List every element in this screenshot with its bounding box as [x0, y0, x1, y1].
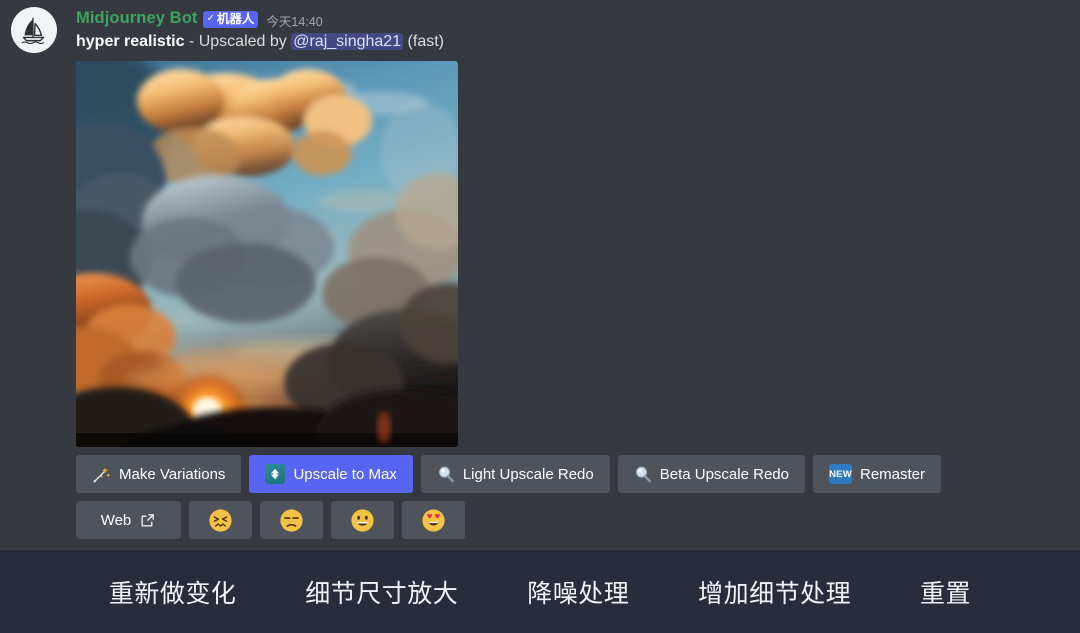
beta-upscale-redo-label: Beta Upscale Redo: [659, 465, 789, 483]
discord-message: Midjourney Bot ✓ 机器人 今天14:40 hyper realis…: [0, 0, 1080, 539]
action-row-2: Web: [76, 501, 1068, 539]
action-row-1: Make Variations Upscale to Max Light Ups…: [76, 455, 1068, 493]
remaster-button[interactable]: NEW Remaster: [812, 455, 942, 493]
external-link-icon: [139, 512, 156, 529]
message-content: hyper realistic - Upscaled by @raj_singh…: [76, 31, 1068, 53]
avatar[interactable]: [11, 7, 57, 53]
bottom-toolbar: 重新做变化 细节尺寸放大 降噪处理 增加细节处理 重置: [0, 549, 1080, 633]
reaction-confounded-button[interactable]: [189, 501, 252, 539]
light-upscale-redo-label: Light Upscale Redo: [462, 465, 594, 483]
text-separator: -: [184, 33, 199, 50]
grinning-face-emoji-icon: [350, 508, 375, 533]
magic-wand-sparkles-icon: [92, 465, 111, 484]
user-mention[interactable]: @raj_singha21: [291, 33, 404, 50]
magnifying-glass-icon: [437, 465, 455, 483]
message-author[interactable]: Midjourney Bot: [76, 7, 197, 29]
confounded-face-emoji-icon: [208, 508, 233, 533]
bottom-item-remake-variations[interactable]: 重新做变化: [109, 574, 237, 610]
bot-tag-label: 机器人: [216, 11, 255, 26]
bottom-item-add-detail[interactable]: 增加细节处理: [698, 574, 851, 610]
verified-check-icon: ✓: [206, 13, 215, 24]
prompt-text: hyper realistic: [76, 33, 185, 50]
new-badge-icon: NEW: [828, 464, 852, 484]
magnifying-glass-icon: [634, 465, 652, 483]
web-label: Web: [100, 511, 132, 529]
beta-upscale-redo-button[interactable]: Beta Upscale Redo: [617, 455, 805, 493]
reaction-grinning-button[interactable]: [331, 501, 394, 539]
bottom-item-denoise[interactable]: 降噪处理: [527, 574, 629, 610]
reaction-smiling-hearts-button[interactable]: [402, 501, 465, 539]
unamused-face-emoji-icon: [279, 508, 304, 533]
bot-tag-badge: ✓ 机器人: [203, 10, 259, 28]
bottom-item-reset[interactable]: 重置: [920, 574, 971, 610]
smiling-face-with-hearts-emoji-icon: [421, 508, 446, 533]
upscale-to-max-label: Upscale to Max: [293, 465, 397, 483]
bottom-item-detail-upscale[interactable]: 细节尺寸放大: [305, 574, 458, 610]
message-header: Midjourney Bot ✓ 机器人 今天14:40: [76, 6, 1068, 30]
midjourney-sailboat-logo-icon: [17, 13, 51, 47]
cloudscape-artwork: [76, 61, 458, 447]
web-button[interactable]: Web: [76, 501, 181, 539]
message-body: Midjourney Bot ✓ 机器人 今天14:40 hyper realis…: [76, 6, 1080, 539]
light-upscale-redo-button[interactable]: Light Upscale Redo: [420, 455, 610, 493]
reaction-unamused-button[interactable]: [260, 501, 323, 539]
upscale-to-max-button[interactable]: Upscale to Max: [249, 455, 413, 493]
remaster-label: Remaster: [859, 465, 926, 483]
make-variations-button[interactable]: Make Variations: [76, 455, 242, 493]
action-text: Upscaled by: [198, 33, 292, 50]
make-variations-label: Make Variations: [119, 465, 226, 483]
message-timestamp: 今天14:40: [266, 14, 323, 29]
generated-image[interactable]: [76, 61, 458, 447]
speed-text: (fast): [403, 33, 444, 50]
arrow-up-square-icon: [265, 464, 286, 484]
